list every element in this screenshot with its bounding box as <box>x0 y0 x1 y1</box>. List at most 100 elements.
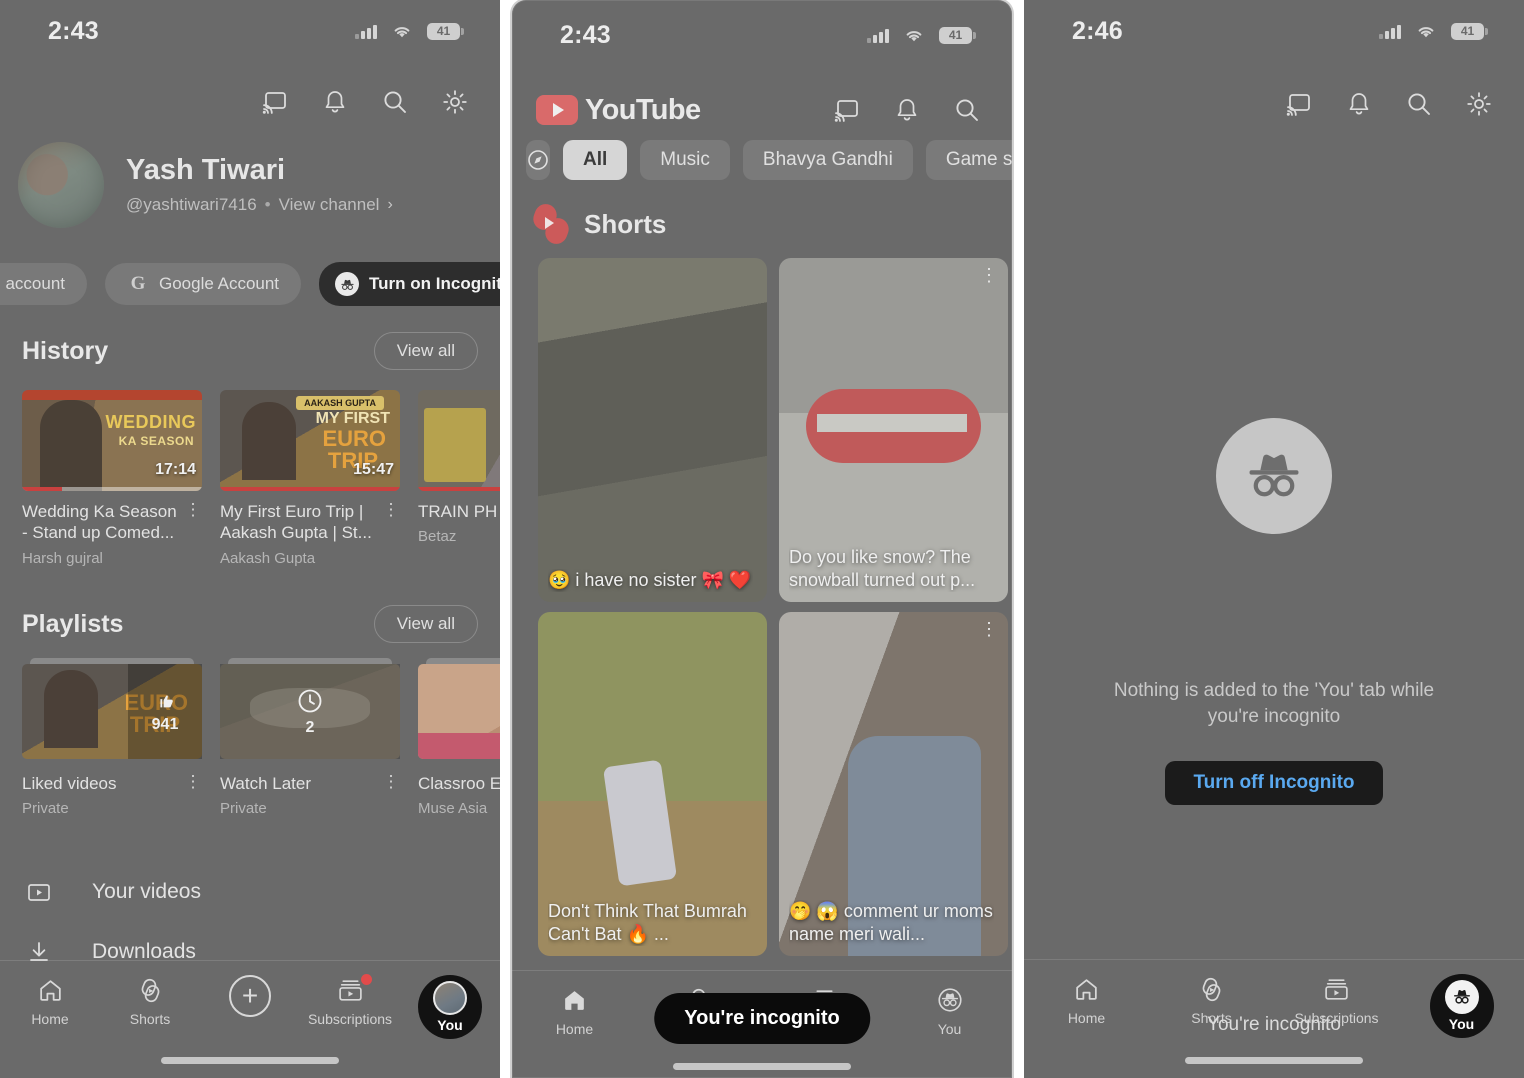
switch-account-button[interactable]: witch account <box>0 263 87 305</box>
youtube-play-icon <box>536 95 578 125</box>
bell-icon[interactable] <box>320 87 350 117</box>
tab-subscriptions[interactable]: Subscriptions <box>302 974 398 1027</box>
shorts-card[interactable]: 🥹 i have no sister 🎀 ❤️ <box>538 258 767 602</box>
video-title: My First Euro Trip | Aakash Gupta | St..… <box>220 502 372 543</box>
tab-label: You <box>437 1017 463 1033</box>
nav-row-your-videos[interactable]: Your videos <box>0 862 500 922</box>
playlist-count: 941 <box>151 715 179 733</box>
video-thumbnail[interactable] <box>418 390 500 491</box>
filter-chip-game-shows[interactable]: Game sho <box>925 140 1012 180</box>
turn-on-incognito-button[interactable]: Turn on Incognito <box>319 262 500 306</box>
more-options-icon[interactable]: ⋮ <box>382 501 400 544</box>
account-chip-row: witch account G Google Account Turn on I… <box>0 262 500 306</box>
filter-chip-label: Game sho <box>945 149 1012 170</box>
shorts-caption: Don't Think That Bumrah Can't Bat 🔥 ... <box>548 900 747 944</box>
playlist-thumbnail[interactable]: EURO TRIP 941 <box>22 658 202 759</box>
tab-you-active-pill[interactable]: You <box>418 975 482 1039</box>
wifi-icon <box>1411 16 1441 46</box>
playlist-privacy: Private <box>220 800 267 818</box>
playlist-thumbnail[interactable] <box>418 658 500 759</box>
shorts-card[interactable]: ⋮ Do you like snow? The snowball turned … <box>779 258 1008 602</box>
status-bar: 2:43 41 <box>0 0 500 62</box>
explore-compass-button[interactable] <box>526 140 550 180</box>
top-action-bar: YouTube <box>512 82 1012 138</box>
history-view-all-button[interactable]: View all <box>373 332 478 370</box>
shorts-icon <box>1197 974 1227 1004</box>
incognito-status-label: You're incognito <box>1207 1014 1341 1035</box>
nav-row-label: Your videos <box>92 880 201 903</box>
history-view-all-label: View all <box>396 341 455 360</box>
more-options-icon[interactable]: ⋮ <box>980 620 998 638</box>
status-indicators: 41 <box>1379 16 1488 46</box>
incognito-status-text: You're incognito <box>1024 1014 1524 1036</box>
shorts-card[interactable]: ⋮ 🤭 😱 comment ur moms name meri wali... <box>779 612 1008 956</box>
cast-icon[interactable] <box>1284 89 1314 119</box>
playlists-view-all-button[interactable]: View all <box>373 605 478 643</box>
shorts-card[interactable]: Don't Think That Bumrah Can't Bat 🔥 ... <box>538 612 767 956</box>
filter-chip-bhavya-gandhi[interactable]: Bhavya Gandhi <box>742 140 913 180</box>
bell-icon[interactable] <box>1344 89 1374 119</box>
filter-chip-all[interactable]: All <box>563 140 628 180</box>
more-options-icon[interactable]: ⋮ <box>184 501 202 544</box>
search-icon[interactable] <box>952 95 982 125</box>
history-card[interactable]: AAKASH GUPTA MY FIRST EURO TRIP 15:47 My… <box>220 390 400 567</box>
video-duration: 15:47 <box>353 461 394 478</box>
tab-you[interactable]: You <box>902 985 998 1037</box>
search-icon[interactable] <box>380 87 410 117</box>
wifi-icon <box>899 20 929 50</box>
video-channel: Betaz <box>418 528 457 546</box>
google-account-button[interactable]: G Google Account <box>105 263 302 305</box>
shorts-section-header: Shorts <box>530 201 666 247</box>
history-card[interactable]: WEDDING KA SEASON 17:14 Wedding Ka Seaso… <box>22 390 202 567</box>
video-duration: 17:14 <box>155 461 196 478</box>
video-thumbnail[interactable]: AAKASH GUPTA MY FIRST EURO TRIP 15:47 <box>220 390 400 491</box>
filter-chip-music[interactable]: Music <box>640 140 730 180</box>
video-channel: Harsh gujral <box>22 549 103 567</box>
profile-header[interactable]: Yash Tiwari @yashtiwari7416 • View chann… <box>18 142 393 228</box>
cast-icon[interactable] <box>260 87 290 117</box>
history-card[interactable]: TRAIN PH 13 OPEN Betaz <box>418 390 500 567</box>
more-options-icon[interactable]: ⋮ <box>980 266 998 284</box>
status-indicators: 41 <box>355 16 464 46</box>
playlist-card[interactable]: EURO TRIP 941 Liked videos ⋮ Private <box>22 658 202 817</box>
home-icon <box>560 985 590 1015</box>
view-channel-link[interactable]: View channel <box>279 195 380 215</box>
home-indicator <box>1185 1057 1363 1064</box>
turn-off-incognito-label: Turn off Incognito <box>1193 772 1355 794</box>
youtube-logo[interactable]: YouTube <box>536 94 701 127</box>
tab-shorts[interactable]: Shorts <box>102 975 198 1027</box>
tab-home[interactable]: Home <box>2 975 98 1027</box>
search-icon[interactable] <box>1404 89 1434 119</box>
history-section-header: History View all <box>0 332 500 370</box>
gear-icon[interactable] <box>1464 89 1494 119</box>
playlist-count: 2 <box>305 718 315 736</box>
video-title: TRAIN PH 13 OPEN <box>418 502 500 521</box>
home-icon <box>1072 974 1102 1004</box>
home-icon <box>35 975 65 1005</box>
create-plus-icon: + <box>229 975 271 1017</box>
switch-account-label: witch account <box>0 274 65 293</box>
more-options-icon[interactable]: ⋮ <box>382 773 400 794</box>
video-thumbnail[interactable]: WEDDING KA SEASON 17:14 <box>22 390 202 491</box>
playlist-card[interactable]: 2 Watch Later ⋮ Private <box>220 658 400 817</box>
status-time: 2:46 <box>1072 16 1123 45</box>
incognito-icon <box>1444 980 1479 1014</box>
playlist-card[interactable]: Classroo Elite Sea Muse Asia <box>418 658 500 817</box>
tab-create[interactable]: + <box>202 975 298 1017</box>
playlist-thumbnail[interactable]: 2 <box>220 658 400 759</box>
cast-icon[interactable] <box>832 95 862 125</box>
incognito-empty-state: Nothing is added to the 'You' tab while … <box>1024 418 1524 806</box>
incognito-empty-message: Nothing is added to the 'You' tab while … <box>1113 680 1435 727</box>
avatar[interactable] <box>18 142 104 228</box>
more-options-icon[interactable]: ⋮ <box>184 773 202 794</box>
tab-home[interactable]: Home <box>527 985 623 1037</box>
bell-icon[interactable] <box>892 95 922 125</box>
gear-icon[interactable] <box>440 87 470 117</box>
playlists-card-row: EURO TRIP 941 Liked videos ⋮ Private 2 W… <box>22 658 500 817</box>
turn-off-incognito-button[interactable]: Turn off Incognito <box>1165 761 1383 806</box>
status-bar: 2:43 41 <box>512 4 1012 66</box>
shorts-grid: 🥹 i have no sister 🎀 ❤️ ⋮ Do you like sn… <box>538 258 1008 956</box>
top-action-bar <box>1024 76 1524 132</box>
cellular-signal-icon <box>867 28 889 43</box>
tab-label: Home <box>31 1011 69 1027</box>
